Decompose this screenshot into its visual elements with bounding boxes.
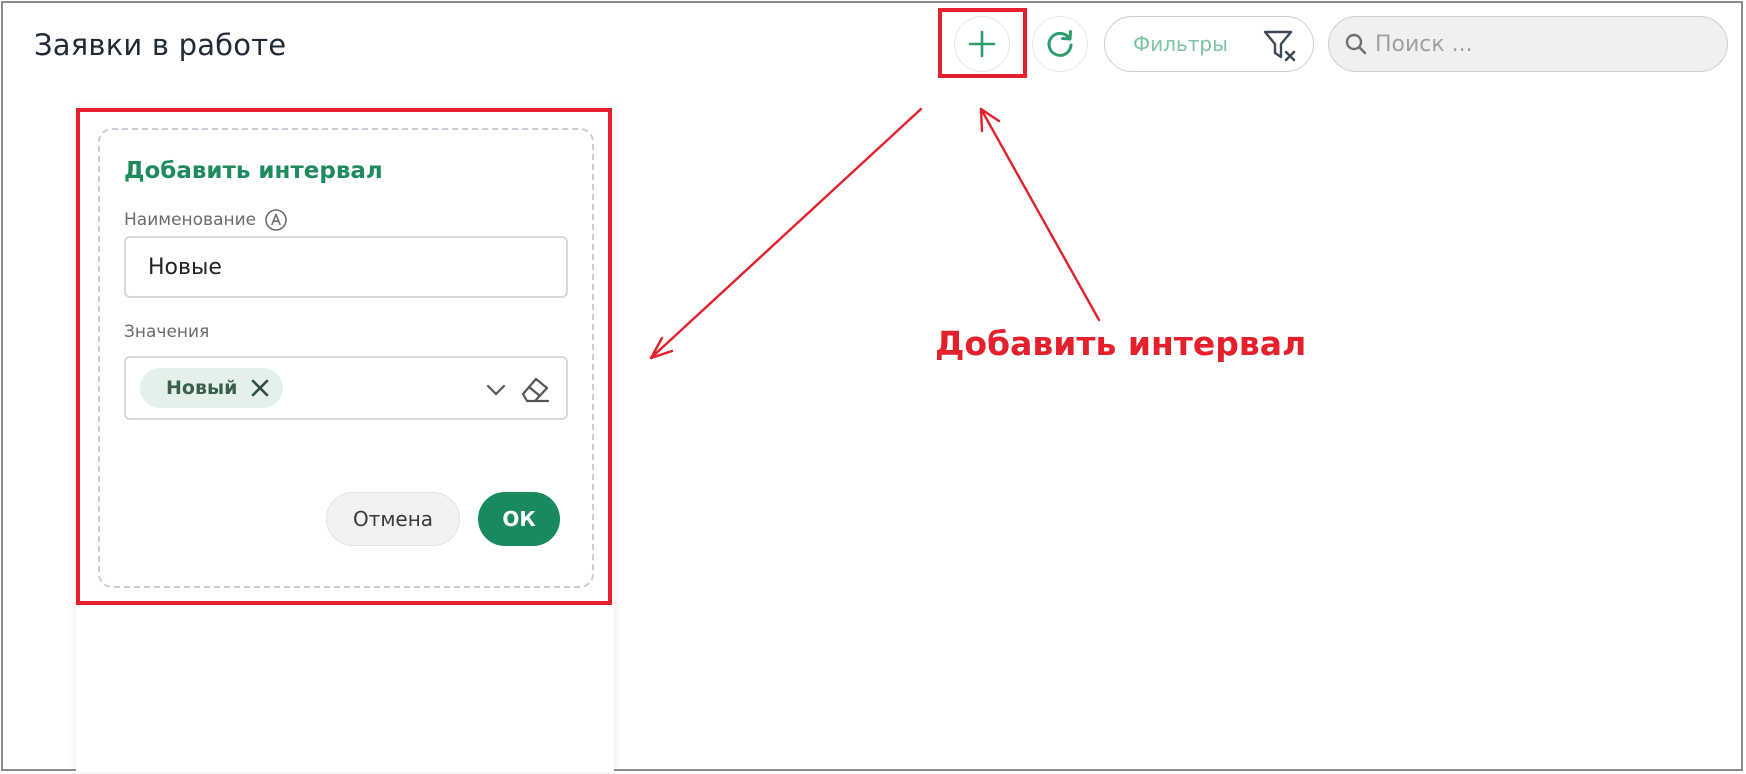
refresh-icon: [1047, 30, 1073, 57]
search-box[interactable]: [1328, 16, 1728, 72]
search-input[interactable]: [1373, 30, 1707, 58]
filters-button[interactable]: Фильтры: [1104, 16, 1314, 72]
page-title: Заявки в работе: [34, 28, 287, 62]
search-icon: [1345, 33, 1367, 55]
annotation-label: Добавить интервал: [935, 324, 1307, 363]
filter-clear-icon: [1263, 30, 1296, 62]
form-highlight: [76, 108, 612, 605]
refresh-button[interactable]: [1032, 16, 1088, 72]
add-button-highlight: [938, 8, 1027, 78]
filters-label: Фильтры: [1133, 32, 1228, 56]
